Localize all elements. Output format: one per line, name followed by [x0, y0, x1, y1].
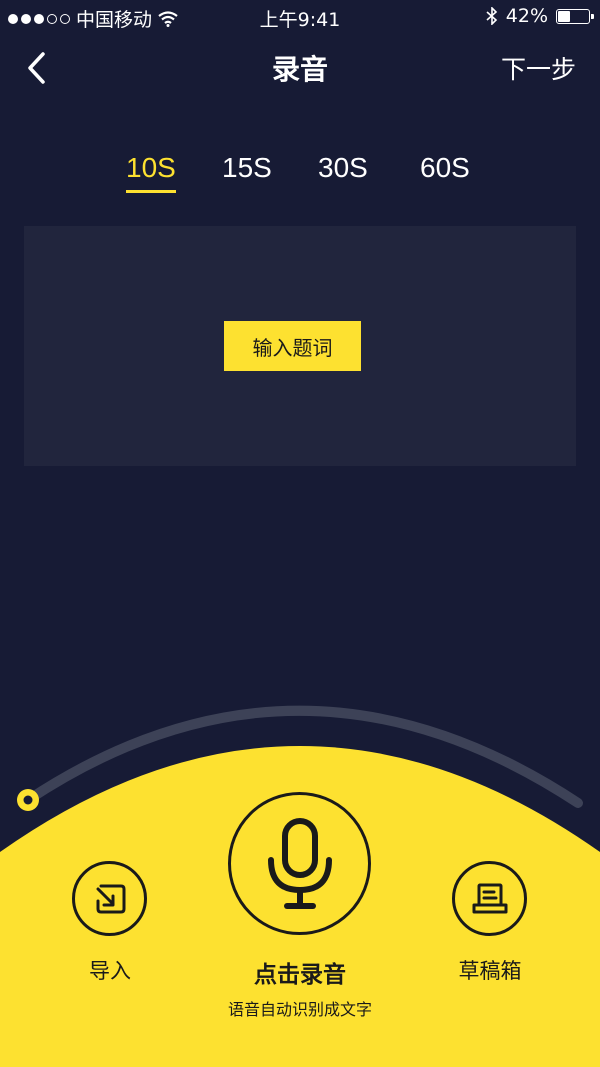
- record-subtitle: 语音自动识别成文字: [227, 1000, 372, 1019]
- record-button[interactable]: [228, 792, 371, 935]
- import-label: 导入: [89, 959, 131, 983]
- battery-icon: [556, 8, 594, 24]
- draft-box-icon: [472, 883, 507, 913]
- import-arrow-icon: [96, 884, 125, 913]
- status-right: 42%: [486, 5, 594, 27]
- draft-box-label: 草稿箱: [458, 959, 522, 983]
- tab-15s[interactable]: 15S: [222, 152, 272, 184]
- tab-active-indicator: [126, 190, 176, 193]
- battery-percent: 42%: [505, 5, 548, 27]
- tab-10s[interactable]: 10S: [126, 152, 176, 193]
- tab-label: 60S: [420, 152, 470, 183]
- draft-box-button[interactable]: [452, 861, 527, 936]
- input-prompt-button[interactable]: 输入题词: [224, 321, 361, 371]
- record-label: 点击录音: [254, 962, 346, 988]
- duration-tabs: 10S 15S 30S 60S: [0, 152, 600, 202]
- import-button[interactable]: [72, 861, 147, 936]
- bluetooth-icon: [486, 7, 497, 25]
- status-bar: 中国移动 上午9:41 42%: [0, 0, 600, 34]
- tab-label: 30S: [318, 152, 368, 183]
- tab-label: 10S: [126, 152, 176, 183]
- next-step-button[interactable]: 下一步: [501, 50, 576, 86]
- nav-bar: 录音 下一步: [0, 34, 600, 102]
- teleprompter-panel: 输入题词: [24, 226, 576, 466]
- microphone-icon: [267, 817, 332, 909]
- tab-label: 15S: [222, 152, 272, 183]
- tab-60s[interactable]: 60S: [420, 152, 470, 184]
- tab-30s[interactable]: 30S: [318, 152, 368, 184]
